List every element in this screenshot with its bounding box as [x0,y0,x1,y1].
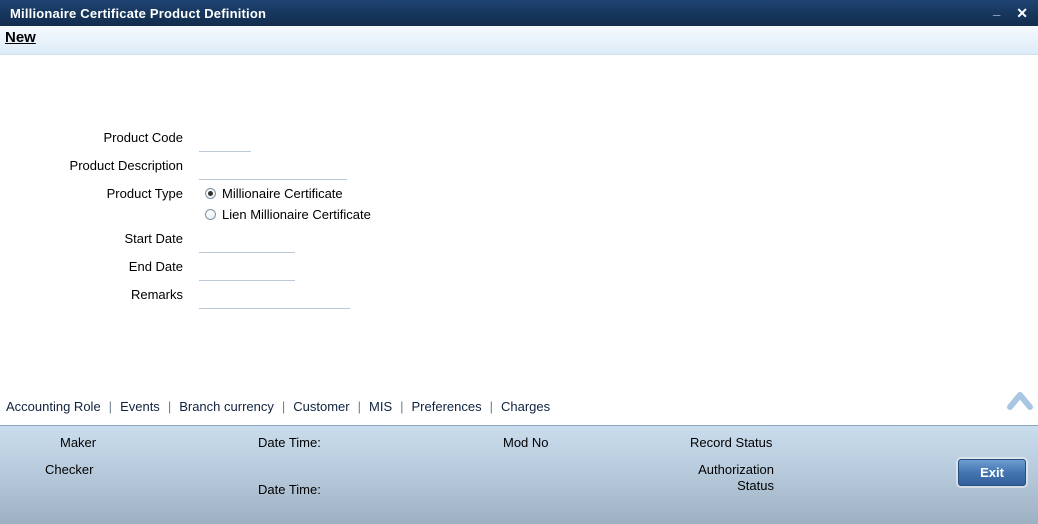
titlebar: Millionaire Certificate Product Definiti… [0,0,1038,26]
product-code-input[interactable] [199,135,251,152]
chevron-up-icon[interactable] [1006,390,1034,412]
tab-mis[interactable]: MIS [363,399,398,414]
product-definition-window: Millionaire Certificate Product Definiti… [0,0,1038,524]
tab-customer[interactable]: Customer [287,399,355,414]
product-description-input[interactable] [199,163,347,180]
end-date-label: End Date [128,259,183,274]
close-icon[interactable]: ✕ [1016,6,1028,20]
tab-separator: | [167,399,172,414]
tab-separator: | [108,399,113,414]
end-date-input[interactable] [199,264,295,281]
new-button[interactable]: New [5,29,36,46]
tab-events[interactable]: Events [114,399,166,414]
remarks-label: Remarks [130,287,183,302]
start-date-label: Start Date [124,231,183,246]
radio-icon[interactable] [205,209,216,220]
tab-separator: | [281,399,286,414]
tab-separator: | [489,399,493,414]
radio-label: Lien Millionaire Certificate [222,207,371,222]
remarks-input[interactable] [199,292,350,309]
date-time-label-1: Date Time: [258,435,321,450]
section-tabs: Accounting Role | Events | Branch curren… [6,399,556,414]
mod-no-label: Mod No [503,435,549,450]
tab-separator: | [357,399,361,414]
product-description-label: Product Description [69,158,183,173]
product-type-label: Product Type [106,186,183,201]
minimize-icon[interactable]: _ [993,3,1000,16]
maker-label: Maker [60,435,97,450]
tab-preferences[interactable]: Preferences [406,399,488,414]
action-strip: New [0,26,1038,55]
tab-branch-currency[interactable]: Branch currency [173,399,280,414]
window-title: Millionaire Certificate Product Definiti… [10,5,267,21]
checker-label: Checker [45,462,94,477]
radio-icon[interactable] [205,188,216,199]
date-time-label-2: Date Time: [258,482,321,497]
tab-accounting-role[interactable]: Accounting Role [6,399,107,414]
product-code-label: Product Code [103,130,184,145]
audit-footer: Maker Date Time: Mod No Record Status Ch… [0,425,1038,524]
form-area: Product Code Product Description Product… [0,55,1038,390]
radio-millionaire-certificate[interactable]: Millionaire Certificate [205,186,343,201]
radio-label: Millionaire Certificate [222,186,343,201]
start-date-input[interactable] [199,236,295,253]
radio-lien-millionaire-certificate[interactable]: Lien Millionaire Certificate [205,207,371,222]
window-controls: _ ✕ [993,3,1028,21]
tab-separator: | [400,399,404,414]
authorization-status-label: Authorization Status [698,462,774,493]
tab-charges[interactable]: Charges [495,399,556,414]
record-status-label: Record Status [690,435,773,450]
exit-button[interactable]: Exit [958,459,1026,486]
